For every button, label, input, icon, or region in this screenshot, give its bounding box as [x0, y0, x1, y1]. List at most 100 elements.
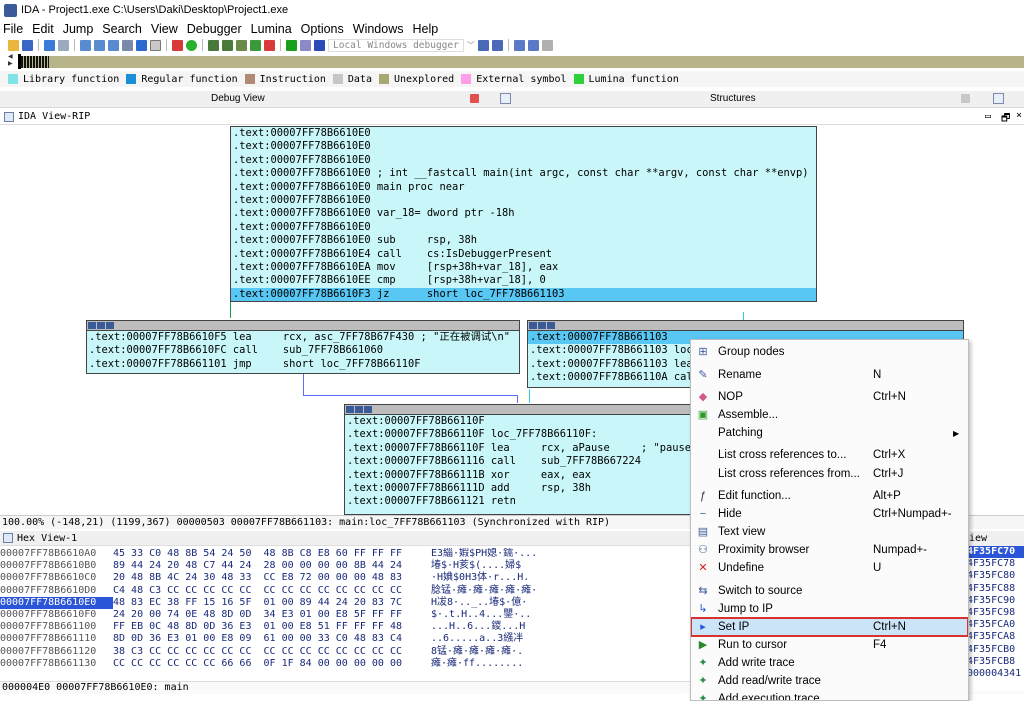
- menu-lumina[interactable]: Lumina: [251, 22, 292, 36]
- binary-search-icon[interactable]: [80, 39, 91, 51]
- hex-ascii[interactable]: H冹8·.._..堾$·億·: [431, 597, 527, 608]
- stack-row[interactable]: 4F35FC88: [966, 583, 1024, 595]
- menu-item-list-cross-references-from[interactable]: List cross references from... Ctrl+J: [691, 465, 968, 483]
- menu-item-run-to-cursor[interactable]: ▶ Run to cursor F4: [691, 636, 968, 654]
- hex-bytes[interactable]: 24 20 00 74 0E 48 8D 0D 34 E3 01 00 E8 5…: [113, 609, 431, 621]
- plugin-icon[interactable]: [250, 39, 261, 51]
- hex-ascii[interactable]: 8锰·瘫·瘫·瘫·瘫·.: [431, 646, 523, 657]
- hex-ascii[interactable]: 堾$·H荄$(....婦$: [431, 560, 521, 571]
- nav-band-bar[interactable]: [21, 56, 1024, 68]
- menu-jump[interactable]: Jump: [63, 22, 94, 36]
- disasm-line[interactable]: .text:00007FF78B6610E4 call cs:IsDebugge…: [231, 248, 816, 261]
- node-color-icon[interactable]: [346, 406, 354, 413]
- hex-ascii[interactable]: ..6.....a..3繦冸: [431, 633, 523, 644]
- hex-bytes[interactable]: CC CC CC CC CC CC 66 66 0F 1F 84 00 00 0…: [113, 658, 431, 670]
- menu-item-group-nodes[interactable]: ⊞ Group nodes: [691, 343, 968, 361]
- code-icon[interactable]: [208, 39, 219, 51]
- hex-bytes[interactable]: 89 44 24 20 48 C7 44 24 28 00 00 00 00 8…: [113, 560, 431, 572]
- hex-ascii[interactable]: ...H..6...鑁...H: [431, 621, 525, 632]
- text-mode-icon[interactable]: [150, 39, 161, 51]
- structures-tab-icon[interactable]: [500, 93, 511, 104]
- menu-item-undefine[interactable]: ✕ Undefine U: [691, 559, 968, 577]
- disasm-line[interactable]: .text:00007FF78B6610E0 var_18= dword ptr…: [231, 207, 816, 220]
- disasm-line[interactable]: .text:00007FF78B6610E0 main proc near: [231, 181, 816, 194]
- menu-help[interactable]: Help: [412, 22, 438, 36]
- left-node[interactable]: .text:00007FF78B6610F5 lea rcx, asc_7FF7…: [86, 320, 520, 374]
- disasm-line[interactable]: .text:00007FF78B66111B xor eax, eax: [345, 469, 703, 482]
- chevron-down-icon[interactable]: ﹀: [467, 40, 475, 51]
- menu-edit[interactable]: Edit: [32, 22, 54, 36]
- disasm-line[interactable]: .text:00007FF78B6610E0: [231, 154, 816, 167]
- data-icon[interactable]: [222, 39, 233, 51]
- menu-item-patching[interactable]: Patching ▶: [691, 424, 968, 442]
- node-header[interactable]: [528, 321, 963, 331]
- debugger-select[interactable]: Local Windows debugger: [328, 38, 464, 52]
- stack-row[interactable]: 4F35FC90: [966, 595, 1024, 607]
- tab-debug-view[interactable]: Debug View: [211, 93, 265, 104]
- menu-item-list-cross-references-to[interactable]: List cross references to... Ctrl+X: [691, 446, 968, 464]
- stack-row[interactable]: 4F35FCA0: [966, 619, 1024, 631]
- stack-row[interactable]: 4F35FC80: [966, 570, 1024, 582]
- stack-row[interactable]: 4F35FCA8: [966, 631, 1024, 643]
- node-collapse-icon[interactable]: [538, 322, 546, 329]
- node-group-icon[interactable]: [547, 322, 555, 329]
- hex-bytes[interactable]: 45 33 C0 48 8B 54 24 50 48 8B C8 E8 60 F…: [113, 548, 431, 560]
- start-debug-icon[interactable]: [286, 39, 297, 51]
- menu-item-assemble[interactable]: ▣ Assemble...: [691, 406, 968, 424]
- menu-item-hide[interactable]: − Hide Ctrl+Numpad+-: [691, 505, 968, 523]
- menu-item-nop[interactable]: ◆ NOP Ctrl+N: [691, 388, 968, 406]
- save-icon[interactable]: [22, 39, 33, 51]
- disasm-line[interactable]: .text:00007FF78B6610F3 jz short loc_7FF7…: [231, 287, 816, 301]
- hex-view-title[interactable]: Hex View-1: [17, 533, 77, 544]
- hex-bytes[interactable]: C4 48 C3 CC CC CC CC CC CC CC CC CC CC C…: [113, 585, 431, 597]
- stack-row[interactable]: 4F35FC78: [966, 558, 1024, 570]
- disasm-line[interactable]: .text:00007FF78B661101 jmp short loc_7FF…: [87, 358, 519, 371]
- disasm-line[interactable]: .text:00007FF78B6610E0: [231, 194, 816, 207]
- nav-arrows-icon[interactable]: ◀ ▶: [8, 54, 14, 68]
- menu-item-edit-function[interactable]: ƒ Edit function... Alt+P: [691, 487, 968, 505]
- green-dot-icon[interactable]: [186, 39, 197, 51]
- navigation-band[interactable]: ◀ ▶: [0, 54, 1024, 69]
- process-icon[interactable]: [491, 39, 503, 51]
- close-tab-icon[interactable]: [470, 94, 479, 103]
- menu-item-proximity-browser[interactable]: ⚇ Proximity browser Numpad+-: [691, 541, 968, 559]
- stack-row[interactable]: 4F35FCB8: [966, 656, 1024, 668]
- hex-bytes[interactable]: 48 83 EC 38 FF 15 16 5F 01 00 89 44 24 2…: [113, 597, 431, 609]
- node-group-icon[interactable]: [364, 406, 372, 413]
- bottom-node[interactable]: .text:00007FF78B66110F .text:00007FF78B66…: [344, 404, 704, 515]
- debug-options-icon[interactable]: [477, 39, 489, 51]
- run-until-return-icon[interactable]: [541, 39, 553, 51]
- node-collapse-icon[interactable]: [355, 406, 363, 413]
- menu-debugger[interactable]: Debugger: [187, 22, 242, 36]
- close-x-icon[interactable]: [264, 39, 275, 51]
- hex-bytes[interactable]: 8D 0D 36 E3 01 00 E8 09 61 00 00 33 C0 4…: [113, 633, 431, 645]
- disasm-line[interactable]: .text:00007FF78B661116 call sub_7FF78B66…: [345, 455, 703, 468]
- node-header[interactable]: [87, 321, 519, 331]
- disasm-line[interactable]: .text:00007FF78B6610EA mov [rsp+38h+var_…: [231, 261, 816, 274]
- menu-item-text-view[interactable]: ▤ Text view: [691, 523, 968, 541]
- disasm-line[interactable]: .text:00007FF78B6610E0: [231, 221, 816, 234]
- disasm-line[interactable]: .text:00007FF78B6610FC call sub_7FF78B66…: [87, 344, 519, 357]
- disasm-line[interactable]: .text:00007FF78B66111D add rsp, 38h: [345, 482, 703, 495]
- pause-icon[interactable]: [300, 39, 311, 51]
- menu-search[interactable]: Search: [102, 22, 142, 36]
- hex-ascii[interactable]: ·H婰$0H3体·r...H.: [431, 572, 529, 583]
- graph-icon[interactable]: [122, 39, 133, 51]
- main-node[interactable]: .text:00007FF78B6610E0 .text:00007FF78B66…: [230, 126, 817, 302]
- restore-window-icon[interactable]: ▭: [985, 111, 991, 122]
- structures-panel-icon[interactable]: [993, 93, 1004, 104]
- stop-record-icon[interactable]: [172, 39, 183, 51]
- close-tab-icon[interactable]: [961, 94, 970, 103]
- stack-row[interactable]: 4F35FC70: [966, 546, 1024, 559]
- step-over-icon[interactable]: [527, 39, 539, 51]
- sequence-search-icon[interactable]: [108, 39, 119, 51]
- stack-view-title[interactable]: iew: [966, 531, 1024, 546]
- disasm-line[interactable]: .text:00007FF78B6610E0 ; int __fastcall …: [231, 167, 816, 180]
- hex-bytes[interactable]: FF EB 0C 48 8D 0D 36 E3 01 00 E8 51 FF F…: [113, 621, 431, 633]
- disasm-line[interactable]: .text:00007FF78B66110F: [345, 415, 703, 428]
- disasm-line[interactable]: .text:00007FF78B6610E0 sub rsp, 38h: [231, 234, 816, 247]
- stack-row[interactable]: 4F35FCB0: [966, 644, 1024, 656]
- menu-item-jump-to-ip[interactable]: ↳ Jump to IP: [691, 600, 968, 618]
- node-color-icon[interactable]: [529, 322, 537, 329]
- disasm-line[interactable]: .text:00007FF78B6610EE cmp [rsp+38h+var_…: [231, 274, 816, 287]
